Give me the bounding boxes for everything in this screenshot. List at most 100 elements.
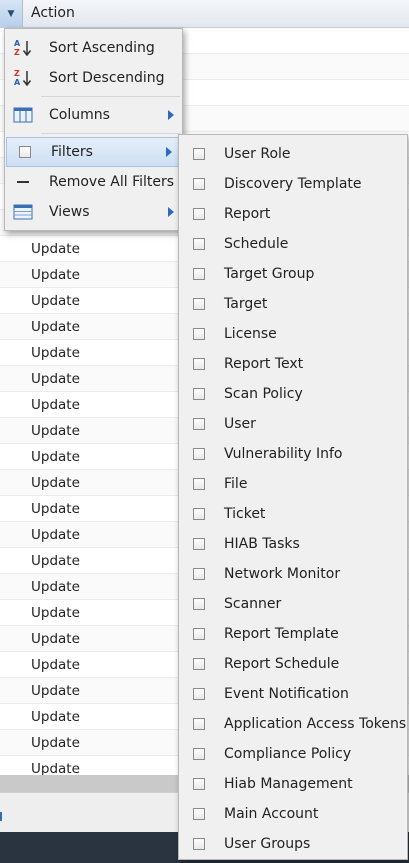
filter-item-label: Target: [224, 296, 268, 312]
checkbox-icon[interactable]: [189, 174, 209, 194]
chevron-down-icon: ▼: [7, 8, 15, 19]
checkbox-icon[interactable]: [189, 354, 209, 374]
checkbox-icon[interactable]: [189, 654, 209, 674]
checkbox-icon[interactable]: [189, 684, 209, 704]
svg-text:A: A: [14, 78, 21, 87]
filter-item-label: User: [224, 416, 256, 432]
filter-item-label: Schedule: [224, 236, 289, 252]
checkbox-icon[interactable]: [189, 474, 209, 494]
filter-item[interactable]: Target Group: [179, 259, 407, 289]
columns-label: Columns: [49, 107, 110, 123]
filter-item[interactable]: User: [179, 409, 407, 439]
filters-item[interactable]: Filters: [6, 137, 181, 167]
filter-item[interactable]: Discovery Template: [179, 169, 407, 199]
column-menu-trigger[interactable]: ▼: [0, 0, 23, 27]
filter-item-label: Report Schedule: [224, 656, 340, 672]
checkbox-icon[interactable]: [15, 142, 35, 162]
checkbox-icon[interactable]: [189, 234, 209, 254]
filter-item-label: Hiab Management: [224, 776, 353, 792]
filter-item-label: Report Text: [224, 356, 304, 372]
checkbox-icon[interactable]: [189, 624, 209, 644]
checkbox-icon[interactable]: [189, 294, 209, 314]
filter-item[interactable]: Ticket: [179, 499, 407, 529]
checkbox-icon[interactable]: [189, 834, 209, 854]
checkbox-icon[interactable]: [189, 504, 209, 524]
filter-item-label: HIAB Tasks: [224, 536, 300, 552]
filter-item[interactable]: User Groups: [179, 829, 407, 859]
filter-item[interactable]: Application Access Tokens: [179, 709, 407, 739]
column-header-action[interactable]: Action: [31, 0, 75, 27]
sort-descending-label: Sort Descending: [49, 70, 165, 86]
chevron-right-icon: [168, 207, 174, 217]
filter-item[interactable]: License: [179, 319, 407, 349]
filter-item[interactable]: Report: [179, 199, 407, 229]
filter-item-label: Target Group: [224, 266, 315, 282]
filter-item-label: Scan Policy: [224, 386, 303, 402]
remove-all-filters-item[interactable]: Remove All Filters: [5, 167, 182, 197]
filter-item-label: Event Notification: [224, 686, 349, 702]
sort-descending-icon: Z A: [13, 68, 33, 88]
menu-separator: [41, 133, 180, 134]
checkbox-icon[interactable]: [189, 564, 209, 584]
filter-item[interactable]: Scanner: [179, 589, 407, 619]
filter-item[interactable]: HIAB Tasks: [179, 529, 407, 559]
menu-separator: [41, 96, 180, 97]
grid-header: ▼ Action: [0, 0, 409, 28]
checkbox-icon[interactable]: [189, 714, 209, 734]
views-icon: [13, 202, 33, 222]
checkbox-icon[interactable]: [189, 534, 209, 554]
filter-item-label: Main Account: [224, 806, 319, 822]
filter-item-label: Discovery Template: [224, 176, 362, 192]
filter-item[interactable]: Compliance Policy: [179, 739, 407, 769]
svg-text:Z: Z: [14, 48, 20, 57]
filter-item[interactable]: Report Schedule: [179, 649, 407, 679]
filter-item-label: User Groups: [224, 836, 311, 852]
checkbox-icon[interactable]: [189, 324, 209, 344]
columns-item[interactable]: Columns: [5, 100, 182, 130]
filter-item-label: Report: [224, 206, 271, 222]
checkbox-icon[interactable]: [189, 384, 209, 404]
filter-item-label: User Role: [224, 146, 291, 162]
views-label: Views: [49, 204, 90, 220]
filter-item[interactable]: Hiab Management: [179, 769, 407, 799]
filter-item[interactable]: Schedule: [179, 229, 407, 259]
sort-descending-item[interactable]: Z A Sort Descending: [5, 63, 182, 93]
checkbox-icon[interactable]: [189, 774, 209, 794]
checkbox-icon[interactable]: [189, 414, 209, 434]
checkbox-icon[interactable]: [189, 264, 209, 284]
filter-item[interactable]: Report Text: [179, 349, 407, 379]
sort-ascending-icon: A Z: [13, 38, 33, 58]
filter-item[interactable]: Network Monitor: [179, 559, 407, 589]
filter-item-label: Vulnerability Info: [224, 446, 343, 462]
filter-item[interactable]: Event Notification: [179, 679, 407, 709]
filter-item[interactable]: Target: [179, 289, 407, 319]
footer-marker: [0, 812, 2, 821]
filter-item[interactable]: Vulnerability Info: [179, 439, 407, 469]
column-menu: A Z Sort Ascending Z A Sort Descending C…: [4, 28, 183, 231]
sort-ascending-item[interactable]: A Z Sort Ascending: [5, 33, 182, 63]
remove-all-filters-label: Remove All Filters: [49, 174, 175, 190]
filters-label: Filters: [51, 144, 93, 160]
svg-text:Z: Z: [14, 69, 20, 78]
checkbox-icon[interactable]: [189, 744, 209, 764]
filter-item[interactable]: User Role: [179, 139, 407, 169]
filters-submenu: User Role Discovery Template Report Schedul…: [178, 134, 408, 860]
filter-item-label: Scanner: [224, 596, 282, 612]
checkbox-icon[interactable]: [189, 594, 209, 614]
checkbox-icon[interactable]: [189, 144, 209, 164]
svg-text:A: A: [14, 39, 21, 48]
filter-item[interactable]: File: [179, 469, 407, 499]
chevron-right-icon: [166, 147, 172, 157]
filter-item[interactable]: Report Template: [179, 619, 407, 649]
checkbox-icon[interactable]: [189, 804, 209, 824]
filter-item-label: License: [224, 326, 277, 342]
minus-icon: [13, 172, 33, 192]
sort-ascending-label: Sort Ascending: [49, 40, 155, 56]
checkbox-icon[interactable]: [189, 444, 209, 464]
filter-item-label: Application Access Tokens: [224, 716, 407, 732]
views-item[interactable]: Views: [5, 197, 182, 227]
filter-item[interactable]: Scan Policy: [179, 379, 407, 409]
filter-item[interactable]: Main Account: [179, 799, 407, 829]
checkbox-icon[interactable]: [189, 204, 209, 224]
filter-item-label: File: [224, 476, 248, 492]
